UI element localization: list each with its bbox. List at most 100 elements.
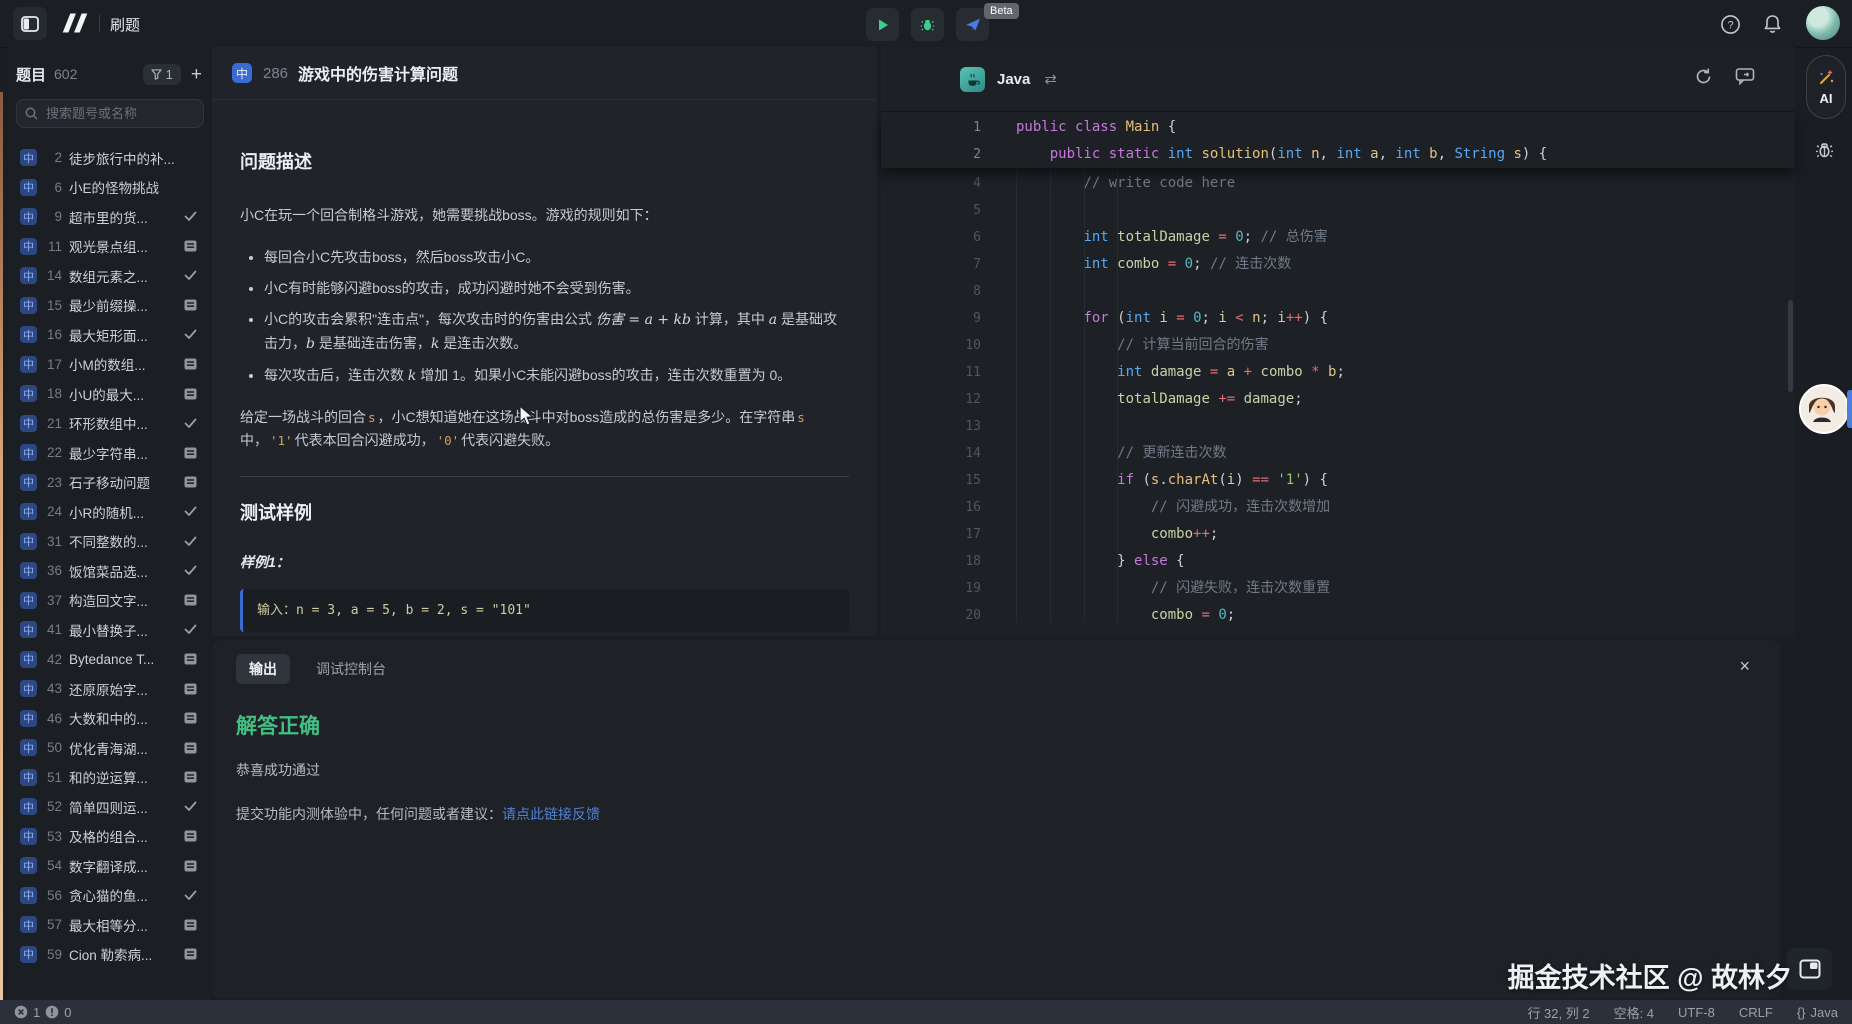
toggle-bottom-panel-button[interactable]	[1787, 948, 1832, 990]
encoding[interactable]: UTF-8	[1678, 1005, 1715, 1020]
code-line[interactable]: 12 totalDamage += damage;	[881, 386, 1795, 413]
swap-language-icon[interactable]: ⇄	[1044, 70, 1057, 88]
code-line[interactable]: 8	[881, 278, 1795, 305]
tab-debug-console[interactable]: 调试控制台	[316, 659, 386, 679]
problem-title: 游戏中的伤害计算问题	[298, 61, 458, 85]
code-line[interactable]: 9 for (int i = 0; i < n; i++) {	[881, 305, 1795, 332]
code-line[interactable]: 19 // 闪避失败，连击次数重置	[881, 575, 1795, 602]
help-icon[interactable]: ?	[1720, 14, 1741, 35]
code-line[interactable]: 11 int damage = a + combo * b;	[881, 359, 1795, 386]
list-item[interactable]: 中14数组元素之...	[8, 261, 204, 291]
list-item[interactable]: 中22最少字符串...	[8, 438, 204, 468]
code-lines[interactable]: 4 // write code here56 int totalDamage =…	[881, 170, 1795, 636]
list-item[interactable]: 中11观光景点组...	[8, 232, 204, 262]
debug-rail-icon[interactable]	[1815, 140, 1834, 159]
code-line[interactable]: 6 int totalDamage = 0; // 总伤害	[881, 224, 1795, 251]
list-item[interactable]: 中16最大矩形面...	[8, 320, 204, 350]
editor-header: Java ⇄	[881, 47, 1795, 112]
filter-button[interactable]: 1	[143, 64, 181, 85]
list-item[interactable]: 中52简单四则运...	[8, 792, 204, 822]
problem-name: 不同整数的...	[69, 531, 182, 551]
code-line[interactable]: 1public class Main {	[881, 114, 1795, 141]
list-item[interactable]: 中37构造回文字...	[8, 586, 204, 616]
list-item[interactable]: 中23石子移动问题	[8, 468, 204, 498]
list-item[interactable]: 中54数字翻译成...	[8, 851, 204, 881]
sidebar-header: 题目 602 1 +	[16, 60, 202, 88]
rule-list: 每回合小C先攻击boss，然后boss攻击小C。小C有时能够闪避boss的攻击，…	[240, 246, 849, 388]
list-item[interactable]: 中21环形数组中...	[8, 409, 204, 439]
list-item[interactable]: 中2徒步旅行中的补...	[8, 143, 204, 173]
check-icon	[182, 211, 198, 222]
language-mode[interactable]: {} Java	[1797, 1005, 1838, 1020]
problem-name: 小U的最大...	[69, 384, 182, 404]
list-item[interactable]: 中36饭馆菜品选...	[8, 556, 204, 586]
code-line[interactable]: 2 public static int solution(int n, int …	[881, 141, 1795, 168]
code-line[interactable]: 16 // 闪避成功，连击次数增加	[881, 494, 1795, 521]
code-line[interactable]: 7 int combo = 0; // 连击次数	[881, 251, 1795, 278]
list-item[interactable]: 中50优化青海湖...	[8, 733, 204, 763]
code-line[interactable]: 14 // 更新连击次数	[881, 440, 1795, 467]
line-number: 12	[881, 386, 1008, 413]
feedback-text: 提交功能内测体验中，任何问题或者建议：	[236, 806, 502, 822]
problem-id: 286	[263, 65, 288, 82]
search-input[interactable]	[44, 105, 178, 122]
problems-summary[interactable]: 1 0	[14, 1005, 71, 1020]
run-button[interactable]	[866, 8, 899, 41]
problem-number: 53	[46, 829, 62, 844]
search-box[interactable]	[16, 99, 204, 128]
user-avatar[interactable]	[1806, 6, 1840, 40]
difficulty-badge: 中	[20, 179, 37, 196]
list-item[interactable]: 中42Bytedance T...	[8, 645, 204, 675]
draft-icon	[182, 388, 198, 400]
list-item[interactable]: 中56贪心猫的鱼...	[8, 881, 204, 911]
code-line[interactable]: 20 combo = 0;	[881, 602, 1795, 629]
eol-sequence[interactable]: CRLF	[1739, 1005, 1773, 1020]
difficulty-badge: 中	[20, 297, 37, 314]
problem-intro: 小C在玩一个回合制格斗游戏，她需要挑战boss。游戏的规则如下：	[240, 204, 849, 227]
tab-output[interactable]: 输出	[236, 654, 290, 684]
list-item[interactable]: 中18小U的最大...	[8, 379, 204, 409]
list-item[interactable]: 中15最少前缀操...	[8, 291, 204, 321]
list-item[interactable]: 中41最小替换子...	[8, 615, 204, 645]
list-item[interactable]: 中51和的逆运算...	[8, 763, 204, 793]
code-line[interactable]: 10 // 计算当前回合的伤害	[881, 332, 1795, 359]
code-line[interactable]: 13	[881, 413, 1795, 440]
sidebar-toggle-button[interactable]	[13, 7, 47, 40]
feedback-icon[interactable]	[1735, 67, 1755, 86]
list-item[interactable]: 中6小E的怪物挑战	[8, 173, 204, 203]
feedback-link[interactable]: 请点此链接反馈	[502, 806, 600, 822]
code-line[interactable]: 17 combo++;	[881, 521, 1795, 548]
beta-badge: Beta	[984, 3, 1019, 19]
editor-scrollbar-thumb[interactable]	[1788, 300, 1793, 392]
problem-body: 问题描述 小C在玩一个回合制格斗游戏，她需要挑战boss。游戏的规则如下： 每回…	[212, 100, 877, 632]
hidden-panel-tab[interactable]	[1847, 390, 1852, 428]
reset-code-icon[interactable]	[1694, 67, 1713, 86]
list-item[interactable]: 中57最大相等分...	[8, 910, 204, 940]
list-item[interactable]: 中59Cion 勒索病...	[8, 940, 204, 970]
difficulty-badge: 中	[20, 857, 37, 874]
list-item[interactable]: 中46大数和中的...	[8, 704, 204, 734]
app-logo[interactable]	[58, 11, 92, 35]
assistant-avatar[interactable]	[1799, 384, 1849, 434]
notifications-bell-icon[interactable]	[1762, 13, 1783, 35]
indent-guide	[1084, 170, 1085, 622]
problem-name: 石子移动问题	[69, 472, 182, 492]
list-item[interactable]: 中17小M的数组...	[8, 350, 204, 380]
code-line[interactable]: 5	[881, 197, 1795, 224]
list-item[interactable]: 中24小R的随机...	[8, 497, 204, 527]
code-line[interactable]: 4 // write code here	[881, 170, 1795, 197]
debug-run-button[interactable]	[911, 8, 944, 41]
code-line[interactable]: 15 if (s.charAt(i) == '1') {	[881, 467, 1795, 494]
list-item[interactable]: 中43还原原始字...	[8, 674, 204, 704]
indentation[interactable]: 空格: 4	[1614, 1003, 1654, 1022]
close-icon[interactable]: ×	[1739, 656, 1750, 677]
list-item[interactable]: 中53及格的组合...	[8, 822, 204, 852]
bug-icon	[920, 17, 935, 32]
list-item[interactable]: 中9超市里的货...	[8, 202, 204, 232]
ai-assistant-button[interactable]: AI	[1806, 55, 1846, 119]
list-item[interactable]: 中31不同整数的...	[8, 527, 204, 557]
java-icon	[960, 67, 985, 92]
code-line[interactable]: 18 } else {	[881, 548, 1795, 575]
cursor-position[interactable]: 行 32, 列 2	[1527, 1003, 1589, 1022]
add-button[interactable]: +	[191, 65, 202, 84]
